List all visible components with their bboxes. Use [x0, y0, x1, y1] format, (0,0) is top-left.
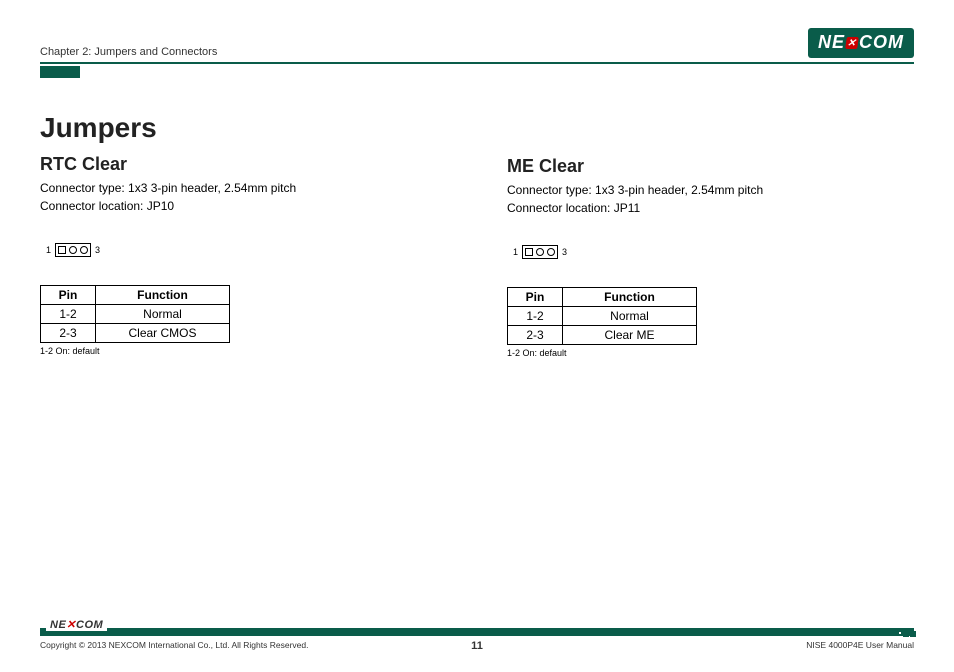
page-title: Jumpers — [40, 112, 447, 144]
me-r1-pin: 2-3 — [508, 326, 563, 345]
pin-3-icon — [547, 248, 555, 256]
me-pin-right-label: 3 — [562, 247, 567, 257]
footer-ornament-icon — [897, 624, 916, 642]
rtc-conn-type: Connector type: 1x3 3-pin header, 2.54mm… — [40, 179, 447, 197]
rtc-r0-func: Normal — [96, 305, 230, 324]
section-heading-rtc: RTC Clear — [40, 154, 447, 175]
chapter-title: Chapter 2: Jumpers and Connectors — [40, 46, 217, 58]
rtc-pin-diagram: 1 3 — [46, 243, 447, 257]
footer-copyright: Copyright © 2013 NEXCOM International Co… — [40, 640, 308, 650]
table-row: 1-2 Normal — [508, 307, 697, 326]
me-r0-pin: 1-2 — [508, 307, 563, 326]
pin-2-icon — [536, 248, 544, 256]
me-conn-loc: Connector location: JP11 — [507, 199, 914, 217]
footer-logo-post: COM — [76, 619, 103, 631]
logo-pre: NE — [818, 32, 845, 53]
me-pin-diagram: 1 3 — [513, 245, 914, 259]
pin-1-icon — [58, 246, 66, 254]
me-th-func: Function — [563, 288, 697, 307]
table-row: 2-3 Clear CMOS — [41, 324, 230, 343]
section-heading-me: ME Clear — [507, 156, 914, 177]
pin-3-icon — [80, 246, 88, 254]
rtc-r1-pin: 2-3 — [41, 324, 96, 343]
me-th-pin: Pin — [508, 288, 563, 307]
me-note: 1-2 On: default — [507, 348, 914, 358]
rtc-r1-func: Clear CMOS — [96, 324, 230, 343]
rtc-r0-pin: 1-2 — [41, 305, 96, 324]
me-r0-func: Normal — [563, 307, 697, 326]
pin-1-icon — [525, 248, 533, 256]
brand-logo: NE✕COM — [808, 28, 914, 58]
logo-post: COM — [859, 32, 904, 53]
footer: NE✕COM Copyright © 2013 NEXCOM Internati… — [40, 628, 914, 650]
footer-logo: NE✕COM — [46, 618, 107, 631]
rtc-table: Pin Function 1-2 Normal 2-3 Clear CMOS — [40, 285, 230, 343]
pin-2-icon — [69, 246, 77, 254]
footer-logo-pre: NE — [50, 619, 66, 631]
rtc-conn-loc: Connector location: JP10 — [40, 197, 447, 215]
header-tab — [40, 66, 80, 78]
table-row: 2-3 Clear ME — [508, 326, 697, 345]
footer-logo-x-icon: ✕ — [66, 619, 76, 631]
rtc-pin-right-label: 3 — [95, 245, 100, 255]
table-row: 1-2 Normal — [41, 305, 230, 324]
page-number: 11 — [471, 640, 483, 652]
me-r1-func: Clear ME — [563, 326, 697, 345]
rtc-pin-left-label: 1 — [46, 245, 51, 255]
me-pin-left-label: 1 — [513, 247, 518, 257]
rtc-th-func: Function — [96, 286, 230, 305]
logo-x-icon: ✕ — [845, 37, 859, 49]
rtc-th-pin: Pin — [41, 286, 96, 305]
rtc-note: 1-2 On: default — [40, 346, 447, 356]
me-conn-type: Connector type: 1x3 3-pin header, 2.54mm… — [507, 181, 914, 199]
header-rule — [40, 62, 914, 64]
me-table: Pin Function 1-2 Normal 2-3 Clear ME — [507, 287, 697, 345]
